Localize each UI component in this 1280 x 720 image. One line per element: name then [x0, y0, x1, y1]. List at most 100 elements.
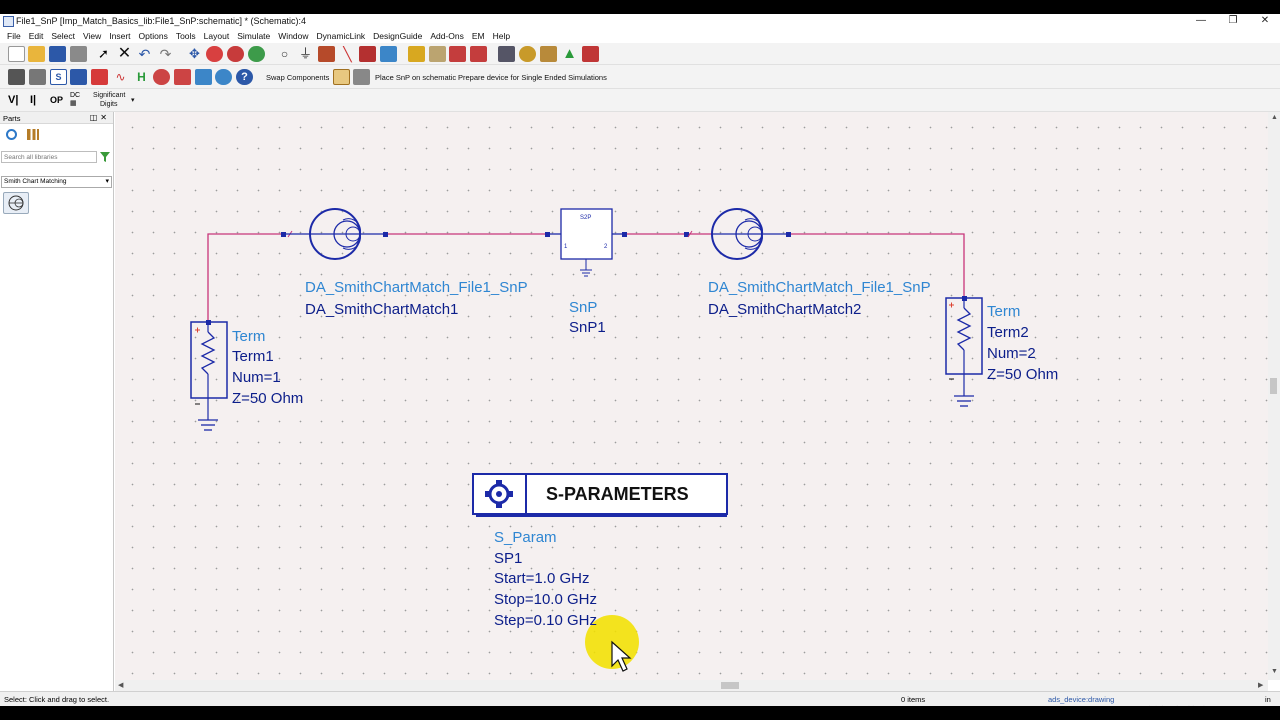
menu-simulate[interactable]: Simulate [233, 30, 274, 43]
short-icon[interactable] [470, 46, 487, 62]
menu-dynamiclink[interactable]: DynamicLink [313, 30, 370, 43]
waveform-icon[interactable]: ∿ [112, 69, 129, 85]
history-icon[interactable] [6, 129, 17, 140]
term1-impedance-label: Z=50 Ohm [232, 390, 304, 407]
move-icon[interactable]: ✥ [186, 46, 203, 62]
zoom-out-icon[interactable] [248, 46, 265, 62]
menu-help[interactable]: Help [489, 30, 514, 43]
grid-icon[interactable] [195, 69, 212, 85]
menu-select[interactable]: Select [47, 30, 79, 43]
vertical-scroll-thumb[interactable] [1270, 378, 1277, 394]
menu-view[interactable]: View [79, 30, 105, 43]
parts-panel-title: Parts [3, 114, 21, 123]
bottom-black-bar [0, 706, 1280, 720]
menu-insert[interactable]: Insert [105, 30, 134, 43]
zoom-area-icon[interactable] [206, 46, 223, 62]
delete-icon[interactable]: ✕ [116, 46, 133, 62]
term2-component[interactable] [945, 297, 983, 407]
restore-icon[interactable]: ❐ [1218, 14, 1248, 28]
panel-controls[interactable]: ◫✕ [90, 113, 110, 122]
port-icon[interactable]: ○ [276, 46, 293, 62]
close-icon[interactable]: ✕ [1250, 14, 1280, 28]
scroll-right-icon[interactable]: ▶ [1258, 681, 1263, 689]
menu-em[interactable]: EM [468, 30, 489, 43]
redo-icon[interactable]: ↷ [157, 46, 174, 62]
menu-edit[interactable]: Edit [25, 30, 48, 43]
wire-icon[interactable]: ╲ [339, 46, 356, 62]
filter-icon[interactable] [100, 152, 110, 162]
h-param-icon[interactable]: H [133, 69, 150, 85]
data-display-icon[interactable] [582, 46, 599, 62]
horizontal-scrollbar[interactable]: ◀ ▶ [115, 680, 1268, 691]
parts-panel-icons [0, 124, 113, 146]
file-icon[interactable] [174, 69, 191, 85]
smith-chart-match-1[interactable] [286, 208, 385, 260]
term1-component[interactable] [190, 321, 228, 431]
menu-file[interactable]: File [3, 30, 25, 43]
menu-addons[interactable]: Add-Ons [426, 30, 468, 43]
current-probe-icon[interactable]: I| [30, 92, 47, 108]
library-select[interactable]: Smith Chart Matching ▾ [1, 176, 112, 188]
menu-designguide[interactable]: DesignGuide [369, 30, 426, 43]
align-icon[interactable] [29, 69, 46, 85]
vertical-scrollbar[interactable]: ▲ ▼ [1268, 112, 1280, 680]
new-file-icon[interactable] [8, 46, 25, 62]
dc-annotate-icon[interactable]: DC ▦ [70, 92, 87, 108]
csv-icon[interactable] [153, 69, 170, 85]
horizontal-scroll-thumb[interactable] [721, 682, 739, 689]
annotate-icon[interactable] [333, 69, 350, 85]
print-icon[interactable] [70, 46, 87, 62]
menu-layout[interactable]: Layout [200, 30, 234, 43]
smith-chart-match-2[interactable] [711, 208, 788, 260]
voltage-probe-icon[interactable]: V| [8, 92, 25, 108]
pop-out-icon[interactable] [429, 46, 446, 62]
tune-icon[interactable] [498, 46, 515, 62]
s-param-file-icon[interactable]: S [50, 69, 67, 85]
name-icon[interactable] [359, 46, 376, 62]
help-icon[interactable]: ? [236, 69, 253, 85]
menu-tools[interactable]: Tools [172, 30, 200, 43]
auto-icon[interactable] [215, 69, 232, 85]
ground-icon[interactable]: ⏚ [297, 46, 314, 62]
zoom-in-icon[interactable] [227, 46, 244, 62]
place-snp-button[interactable]: Place SnP on schematic [375, 73, 456, 82]
place-snp-icon[interactable] [353, 69, 370, 85]
yield-icon[interactable] [540, 46, 557, 62]
push-into-icon[interactable] [408, 46, 425, 62]
parts-search-input[interactable] [1, 151, 97, 163]
select-pointer-icon[interactable]: ➚ [95, 46, 112, 62]
significant-digits-dropdown[interactable]: ▾ [131, 96, 135, 104]
scroll-down-icon[interactable]: ▼ [1271, 668, 1278, 675]
scroll-left-icon[interactable]: ◀ [118, 681, 123, 689]
optimize-icon[interactable] [519, 46, 536, 62]
prepare-device-button[interactable]: Prepare device for Single Ended Simulati… [458, 73, 607, 82]
sparam-start-label: Start=1.0 GHz [494, 570, 590, 587]
var-icon[interactable] [318, 46, 335, 62]
schematic-canvas[interactable]: DA_SmithChartMatch_File1_SnP DA_SmithCha… [115, 112, 1268, 680]
scroll-up-icon[interactable]: ▲ [1271, 114, 1278, 121]
library-browser-icon[interactable] [27, 129, 39, 140]
ruler-icon[interactable] [8, 69, 25, 85]
rotate-icon[interactable] [380, 46, 397, 62]
smith-chart-palette-item[interactable] [3, 192, 29, 214]
term1-model-label: Term [232, 328, 266, 345]
snp-box-label: S2P [580, 215, 592, 221]
deactivate-icon[interactable] [449, 46, 466, 62]
chevron-down-icon: ▾ [105, 178, 109, 185]
swap-components-button[interactable]: Swap Components [266, 73, 329, 82]
component-icon[interactable] [70, 69, 87, 85]
convert-icon[interactable] [91, 69, 108, 85]
menu-options[interactable]: Options [135, 30, 172, 43]
operating-point-icon[interactable]: OP [50, 92, 67, 108]
save-icon[interactable] [49, 46, 66, 62]
menu-window[interactable]: Window [274, 30, 312, 43]
sparam-banner-label: S-PARAMETERS [546, 484, 689, 504]
term2-impedance-label: Z=50 Ohm [987, 366, 1059, 383]
open-folder-icon[interactable] [28, 46, 45, 62]
term1-num-label: Num=1 [232, 369, 281, 386]
undo-icon[interactable]: ↶ [136, 46, 153, 62]
simulate-icon[interactable]: ▲ [561, 46, 578, 62]
wire-term1[interactable] [207, 233, 286, 322]
match2-model-label: DA_SmithChartMatch_File1_SnP [708, 279, 931, 296]
minimize-icon[interactable]: — [1186, 14, 1216, 28]
